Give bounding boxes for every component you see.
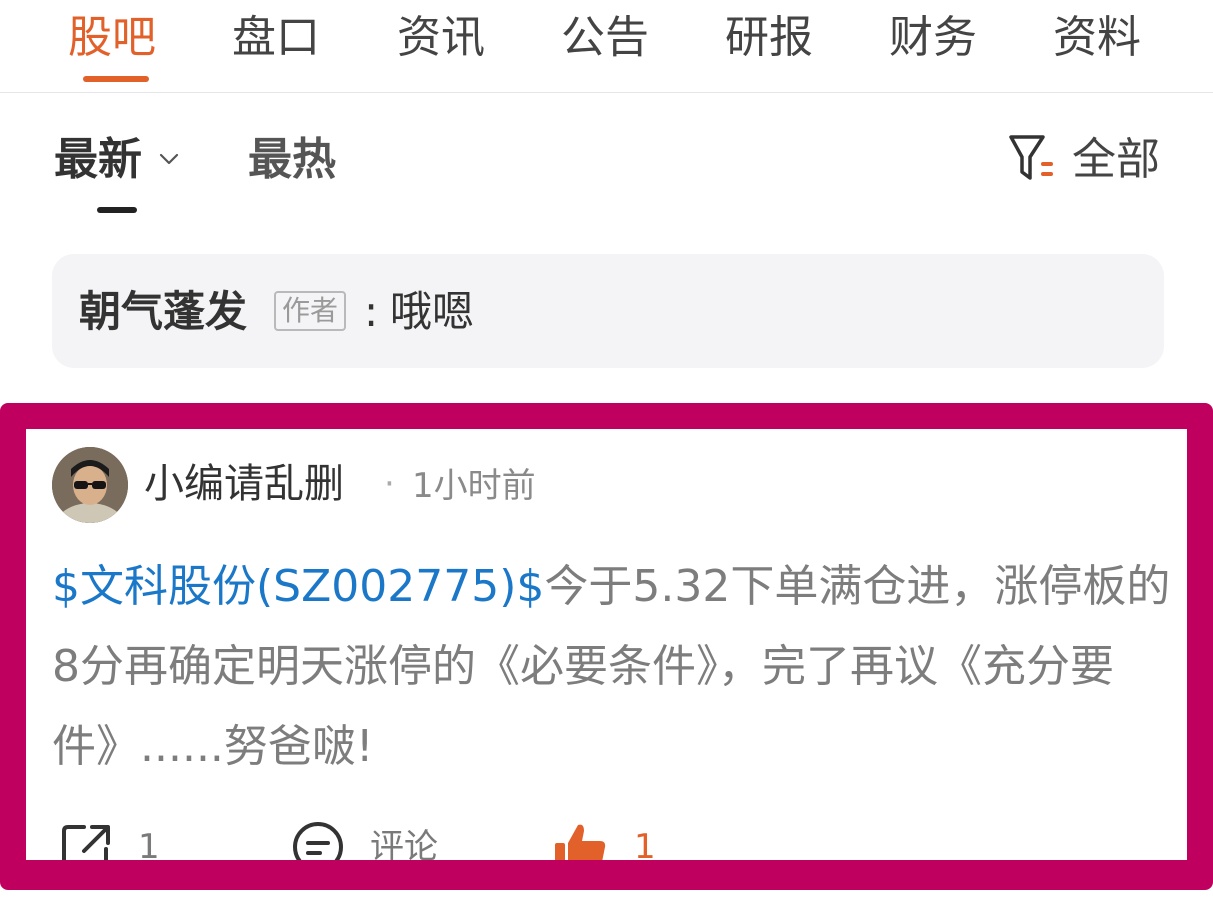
separator-dot: · (384, 464, 395, 504)
post-actions: 1 评论 1 (52, 819, 1187, 875)
tab-announcements[interactable]: 公告 (561, 6, 649, 70)
like-count[interactable]: 1 (634, 819, 656, 860)
like-icon[interactable] (552, 819, 608, 875)
note-message: 哦嗯 (390, 287, 475, 336)
active-subtab-indicator (97, 207, 137, 213)
subtab-hot[interactable]: 最热 (248, 130, 336, 190)
tab-research[interactable]: 研报 (725, 6, 813, 70)
author-badge: 作者 (274, 291, 347, 331)
post-content[interactable]: $文科股份(SZ002775)$今于5.32下单满仓进，涨停板的8分再确定明天涨… (52, 547, 1172, 787)
tab-guba[interactable]: 股吧 (68, 6, 156, 70)
pinned-author-note[interactable]: 朝气蓬发 作者 : 哦嗯 (52, 254, 1164, 368)
stock-link[interactable]: $文科股份(SZ002775)$ (52, 561, 544, 612)
note-author-name[interactable]: 朝气蓬发 (79, 282, 247, 342)
filter-label[interactable]: 全部 (1072, 130, 1160, 190)
comment-label[interactable]: 评论 (370, 819, 438, 860)
chevron-down-icon[interactable] (158, 148, 180, 170)
highlighted-post-card[interactable]: 小编请乱删 · 1小时前 $文科股份(SZ002775)$今于5.32下单满仓进… (0, 403, 1213, 890)
post-time: 1小时前 (412, 466, 536, 506)
top-tab-bar: 股吧 盘口 资讯 公告 研报 财务 资料 (0, 0, 1213, 93)
tab-news[interactable]: 资讯 (397, 6, 485, 70)
avatar[interactable] (52, 447, 128, 523)
share-count[interactable]: 1 (138, 819, 160, 860)
tab-profile[interactable]: 资料 (1053, 6, 1141, 70)
tab-finance[interactable]: 财务 (889, 6, 977, 70)
post-username[interactable]: 小编请乱删 (144, 455, 344, 513)
filter-icon[interactable] (1008, 132, 1056, 184)
active-tab-indicator (83, 76, 149, 82)
note-colon: : (364, 287, 379, 336)
tab-pankou[interactable]: 盘口 (232, 6, 320, 70)
subtab-latest[interactable]: 最新 (54, 130, 142, 190)
comment-icon[interactable] (290, 819, 346, 875)
share-icon[interactable] (58, 819, 114, 875)
